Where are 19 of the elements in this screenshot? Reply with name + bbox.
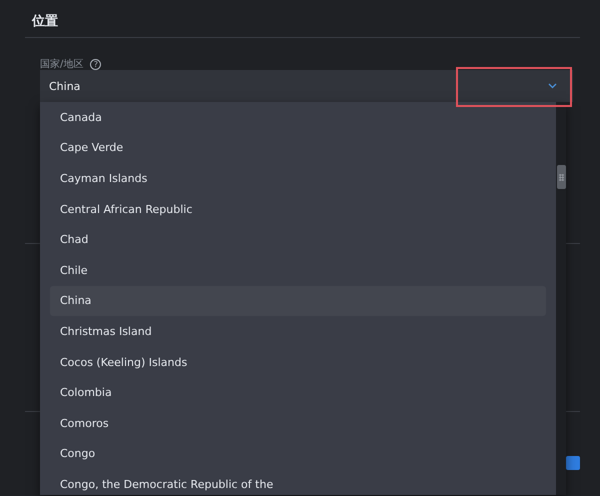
dropdown-option[interactable]: Chad — [50, 224, 546, 255]
chevron-icon — [548, 83, 557, 89]
dropdown-option[interactable]: Cayman Islands — [50, 163, 546, 194]
dropdown-option[interactable]: China — [50, 286, 546, 316]
dropdown-option[interactable]: Central African Republic — [50, 194, 546, 224]
scrollbar-thumb[interactable] — [557, 165, 566, 189]
dropdown-option[interactable]: Colombia — [50, 377, 546, 408]
dropdown-option[interactable]: Cocos (Keeling) Islands — [50, 346, 546, 378]
dropdown-option[interactable]: Canada — [50, 102, 546, 133]
dropdown-option[interactable]: Cape Verde — [50, 132, 546, 164]
dropdown-option[interactable]: Congo, the Democratic Republic of the — [50, 469, 546, 495]
dropdown-option[interactable]: Chile — [50, 254, 546, 286]
section-title: 位置 — [32, 14, 58, 29]
country-select[interactable]: China — [40, 70, 573, 102]
field-label: 国家/地区 — [40, 58, 84, 71]
dropdown-option[interactable]: Comoros — [50, 408, 546, 439]
dropdown-option[interactable]: Christmas Island — [50, 316, 546, 347]
checkbox[interactable] — [566, 456, 580, 470]
dropdown-option[interactable]: Congo — [50, 438, 546, 470]
